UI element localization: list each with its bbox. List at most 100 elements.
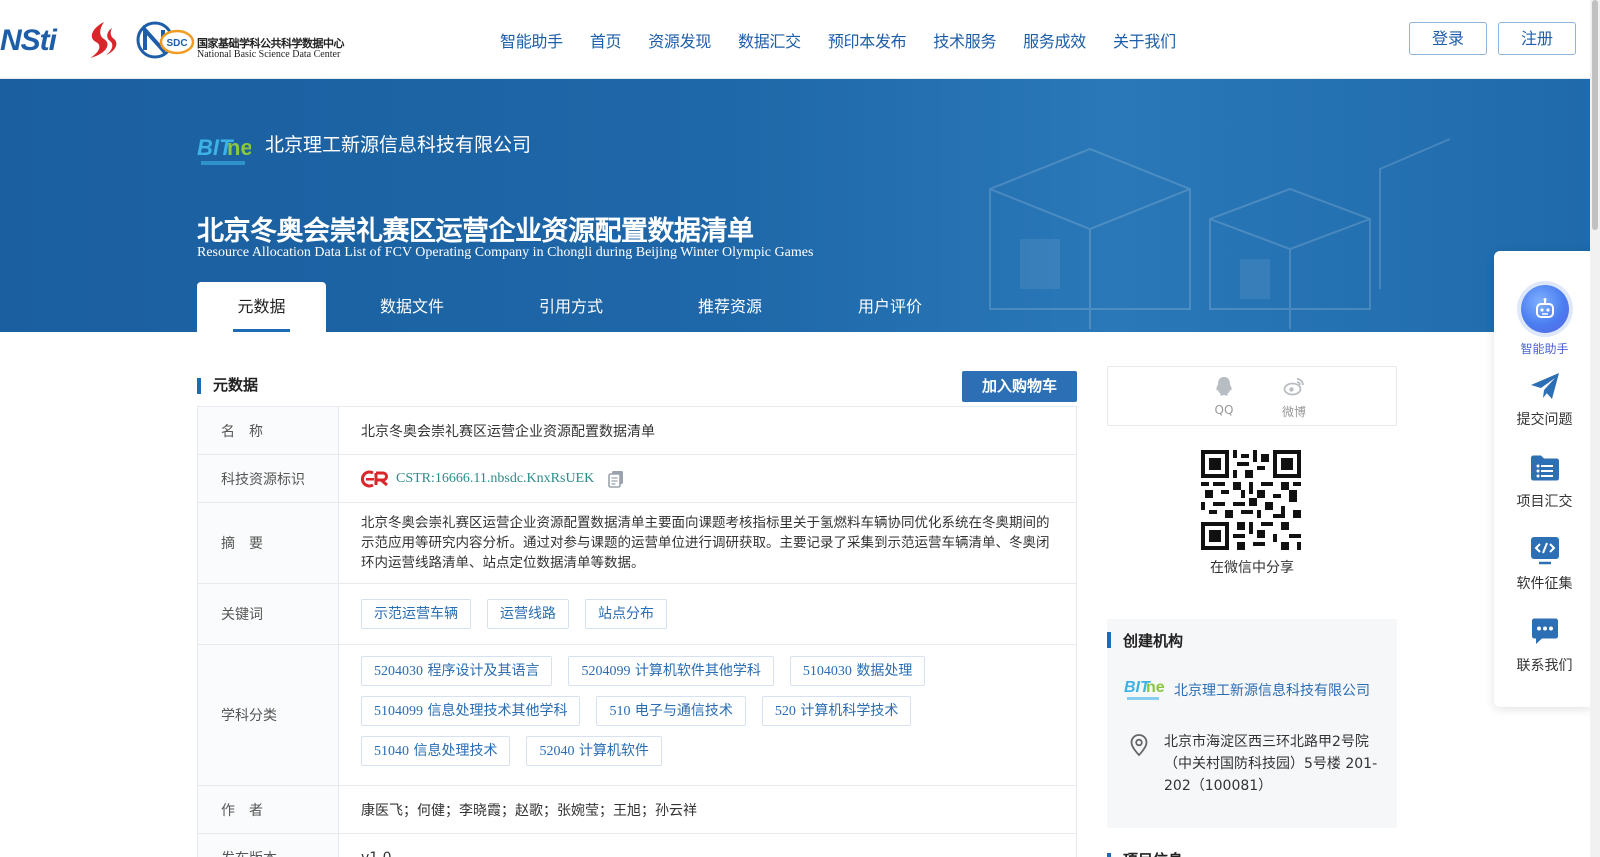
table-row: 发布版本 v1.0 (198, 834, 1076, 857)
table-row: 学科分类 5204030 程序设计及其语言 5204099 计算机软件其他学科 … (198, 645, 1076, 786)
creator-logo-icon: BIT ne (1124, 679, 1164, 700)
section-marker (1107, 853, 1111, 857)
dataset-subtitle: Resource Allocation Data List of FCV Ope… (197, 245, 814, 260)
nav-tech-services[interactable]: 技术服务 (933, 28, 996, 52)
subject-tag[interactable]: 520 计算机科学技术 (761, 696, 912, 726)
subject-name: 信息处理技术其他学科 (427, 703, 568, 719)
nsti-logo-text: NSti (0, 24, 57, 57)
dataset-tabs: 元数据 数据文件 引用方式 推荐资源 用户评价 (197, 282, 964, 332)
float-contact-us[interactable]: 联系我们 (1494, 615, 1595, 675)
subject-tag[interactable]: 5104099 信息处理技术其他学科 (361, 696, 581, 726)
svg-text:ne: ne (1146, 679, 1164, 696)
subject-name: 电子与通信技术 (634, 703, 733, 719)
dataset-name-value: 北京冬奥会崇礼赛区运营企业资源配置数据清单 (361, 423, 655, 440)
creator-address: 北京市海淀区西三环北路甲2号院（中关村国防科技园）5号楼 201-202（100… (1164, 734, 1378, 794)
authors-value: 康医飞；何健；李晓霞；赵歌；张婉莹；王旭；孙云祥 (361, 802, 697, 819)
nsdc-en-name: National Basic Science Data Center (197, 49, 341, 60)
page-scrollbar[interactable] (1590, 0, 1600, 857)
abstract-text: 北京冬奥会崇礼赛区运营企业资源配置数据清单主要面向课题考核指标里关于氢燃料车辆协… (361, 515, 1050, 571)
nav-preprint[interactable]: 预印本发布 (828, 28, 907, 52)
subject-tag[interactable]: 51040 信息处理技术 (361, 736, 511, 766)
code-icon (1530, 537, 1559, 565)
tab-user-reviews[interactable]: 用户评价 (816, 282, 964, 332)
row-label: 作 者 (198, 786, 339, 833)
creator-org-link[interactable]: 北京理工新源信息科技有限公司 (1174, 680, 1370, 700)
subject-name: 计算机软件其他学科 (634, 663, 761, 679)
nsdc-emblem-icon: SDC (136, 21, 195, 59)
tab-recommended[interactable]: 推荐资源 (644, 282, 816, 332)
tab-metadata[interactable]: 元数据 (197, 282, 326, 332)
float-ai-assistant[interactable]: 智能助手 (1494, 285, 1595, 357)
keyword-tag[interactable]: 站点分布 (585, 599, 667, 629)
row-label: 学科分类 (198, 645, 339, 785)
row-label: 名 称 (198, 407, 339, 454)
nsti-logo[interactable]: NSti (0, 24, 57, 58)
svg-text:ne: ne (227, 135, 251, 160)
nav-service-results[interactable]: 服务成效 (1023, 28, 1086, 52)
location-icon (1130, 734, 1148, 757)
subject-tag[interactable]: 510 电子与通信技术 (596, 696, 746, 726)
row-label: 摘 要 (198, 503, 339, 583)
float-software-collection[interactable]: 软件征集 (1494, 533, 1595, 593)
subject-code: 5104099 (374, 704, 423, 719)
scrollbar-thumb[interactable] (1592, 0, 1598, 230)
subject-tag[interactable]: 52040 计算机软件 (526, 736, 662, 766)
nav-resource-discovery[interactable]: 资源发现 (648, 28, 711, 52)
row-label: 科技资源标识 (198, 455, 339, 502)
subject-list: 5204030 程序设计及其语言 5204099 计算机软件其他学科 51040… (339, 645, 1076, 785)
qr-caption: 在微信中分享 (1210, 560, 1294, 576)
nav-about-us[interactable]: 关于我们 (1113, 28, 1176, 52)
svg-text:SDC: SDC (166, 38, 187, 49)
register-button[interactable]: 注册 (1498, 22, 1576, 55)
subject-code: 52040 (539, 744, 575, 759)
casdc-logo-icon[interactable] (82, 20, 122, 60)
metadata-table: 名 称 北京冬奥会崇礼赛区运营企业资源配置数据清单 科技资源标识 CSTR:16… (197, 406, 1077, 857)
paper-plane-icon (1530, 373, 1559, 399)
dataset-title: 北京冬奥会崇礼赛区运营企业资源配置数据清单 (197, 216, 754, 247)
keyword-tag[interactable]: 示范运营车辆 (361, 599, 471, 629)
version-value: v1.0 (339, 834, 1076, 857)
nav-ai-assistant[interactable]: 智能助手 (500, 28, 563, 52)
float-project-label: 项目汇交 (1516, 494, 1573, 510)
subject-code: 51040 (374, 744, 409, 759)
share-weibo-label: 微博 (1281, 405, 1306, 419)
subject-name: 数据处理 (856, 663, 913, 679)
nav-data-submission[interactable]: 数据汇交 (738, 28, 801, 52)
keyword-tag[interactable]: 运营线路 (487, 599, 569, 629)
share-qq-button[interactable]: QQ (1204, 375, 1244, 417)
org-logo-icon: BIT ne (197, 135, 251, 165)
float-submit-label: 提交问题 (1516, 412, 1573, 428)
float-software-label: 软件征集 (1516, 576, 1573, 592)
cstr-link[interactable]: CSTR:16666.11.nbsdc.KnxRsUEK (396, 471, 594, 487)
nsdc-logo[interactable]: SDC 国家基础学科公共科学数据中心 National Basic Scienc… (135, 20, 350, 60)
add-to-cart-button[interactable]: 加入购物车 (962, 371, 1077, 402)
float-submit-question[interactable]: 提交问题 (1494, 369, 1595, 429)
project-info-header: 项目信息 (1107, 849, 1397, 857)
table-row: 关键词 示范运营车辆 运营线路 站点分布 (198, 584, 1076, 645)
subject-code: 520 (774, 704, 796, 719)
row-label: 发布版本 (198, 834, 339, 857)
section-marker (197, 378, 201, 394)
subject-code: 5104030 (802, 664, 852, 679)
table-row: 科技资源标识 CSTR:16666.11.nbsdc.KnxRsUEK (198, 455, 1076, 503)
share-weibo-button[interactable]: 微博 (1274, 375, 1314, 420)
nav-home[interactable]: 首页 (590, 28, 622, 52)
keyword-list: 示范运营车辆 运营线路 站点分布 (339, 584, 1076, 644)
tab-data-files[interactable]: 数据文件 (326, 282, 498, 332)
creator-title: 创建机构 (1123, 632, 1184, 650)
copy-icon[interactable] (608, 470, 624, 488)
float-project-submission[interactable]: 项目汇交 (1494, 451, 1595, 511)
subject-code: 510 (609, 704, 631, 719)
login-button[interactable]: 登录 (1409, 22, 1487, 55)
subject-tag[interactable]: 5204099 计算机软件其他学科 (568, 656, 774, 686)
subject-name: 计算机科学技术 (800, 703, 899, 719)
project-info-title: 项目信息 (1123, 849, 1183, 857)
subject-tag[interactable]: 5204030 程序设计及其语言 (361, 656, 553, 686)
subject-code: 5204099 (581, 664, 631, 679)
tab-citation[interactable]: 引用方式 (498, 282, 644, 332)
dataset-banner: BIT ne 北京理工新源信息科技有限公司 北京冬奥会崇礼赛区运营企业资源配置数… (0, 79, 1590, 332)
subject-name: 程序设计及其语言 (427, 663, 540, 679)
row-label: 关键词 (198, 584, 339, 644)
subject-tag[interactable]: 5104030 数据处理 (789, 656, 926, 686)
org-name[interactable]: 北京理工新源信息科技有限公司 (265, 130, 531, 157)
